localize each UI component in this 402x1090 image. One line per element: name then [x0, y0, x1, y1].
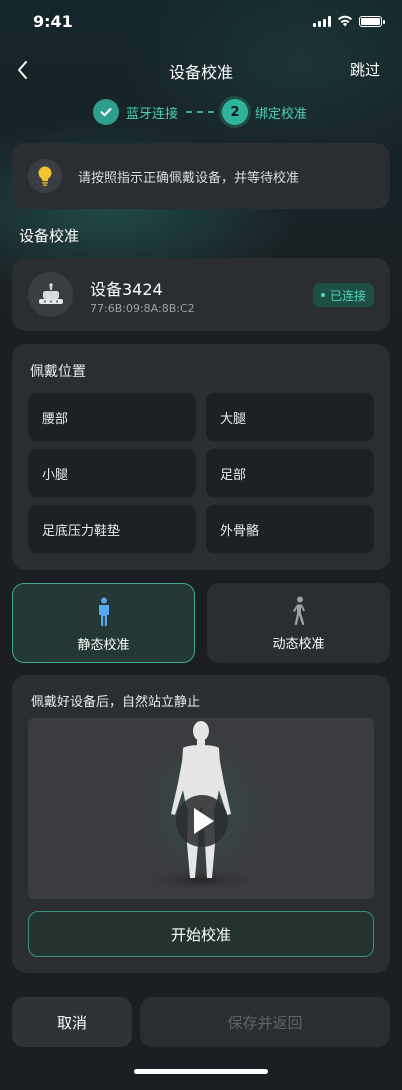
step-connector	[186, 111, 215, 113]
wear-position-title: 佩戴位置	[30, 364, 86, 380]
skip-button[interactable]: 跳过	[350, 59, 380, 80]
cancel-button[interactable]: 取消	[12, 997, 132, 1047]
lightbulb-icon	[28, 159, 62, 193]
page-title: 设备校准	[168, 63, 233, 82]
calibration-instruction: 佩戴好设备后，自然站立静止	[31, 695, 201, 710]
calibration-video[interactable]	[28, 718, 374, 899]
dynamic-calibration-button[interactable]: 动态校准	[207, 583, 390, 663]
status-time: 9:41	[33, 12, 73, 31]
section-title: 设备校准	[19, 227, 80, 245]
tip-text: 请按照指示正确佩戴设备，并等待校准	[78, 170, 300, 186]
device-sensor-icon	[28, 272, 73, 317]
wear-option-waist[interactable]: 腰部	[28, 393, 196, 441]
cellular-signal-icon	[313, 15, 331, 27]
dynamic-calibration-label: 动态校准	[272, 637, 325, 652]
device-name: 设备3424	[90, 280, 163, 299]
status-dot-icon	[320, 293, 325, 297]
wear-position-card: 佩戴位置 腰部 大腿 小腿 足部 足底压力鞋垫 外骨骼	[12, 344, 390, 570]
play-icon	[176, 795, 228, 847]
wear-option-insole[interactable]: 足底压力鞋垫	[28, 505, 196, 553]
tip-card: 请按照指示正确佩戴设备，并等待校准	[12, 143, 390, 209]
wifi-icon	[338, 15, 352, 27]
start-calibration-button[interactable]: 开始校准	[28, 911, 374, 957]
calibration-card: 佩戴好设备后，自然站立静止 开始校准	[12, 675, 390, 973]
device-mac-address: 77:6B:09:8A:8B:C2	[90, 302, 195, 315]
step-2-number: 2	[222, 99, 249, 125]
static-calibration-button[interactable]: 静态校准	[12, 583, 195, 663]
wear-option-foot[interactable]: 足部	[206, 449, 374, 497]
standing-person-icon	[98, 597, 109, 626]
battery-icon	[359, 15, 385, 27]
status-badge-text: 已连接	[329, 288, 366, 303]
step-1-check-icon	[93, 99, 119, 125]
step-2-label: 绑定校准	[255, 106, 308, 122]
video-preview	[134, 721, 274, 892]
wear-option-thigh[interactable]: 大腿	[206, 393, 374, 441]
status-badge: 已连接	[312, 283, 374, 307]
status-icons	[313, 15, 385, 27]
walking-person-icon	[292, 596, 305, 626]
static-calibration-label: 静态校准	[77, 638, 130, 653]
step-1-label: 蓝牙连接	[126, 106, 179, 122]
wear-option-exoskeleton[interactable]: 外骨骼	[206, 505, 374, 553]
device-card[interactable]: 设备3424 77:6B:09:8A:8B:C2 已连接	[12, 258, 390, 331]
home-indicator	[134, 1069, 268, 1074]
wear-option-calf[interactable]: 小腿	[28, 449, 196, 497]
save-and-return-button[interactable]: 保存并返回	[140, 997, 390, 1047]
step-indicator: 蓝牙连接 2 绑定校准	[93, 99, 307, 125]
wear-position-options: 腰部 大腿 小腿 足部 足底压力鞋垫 外骨骼	[28, 393, 374, 553]
